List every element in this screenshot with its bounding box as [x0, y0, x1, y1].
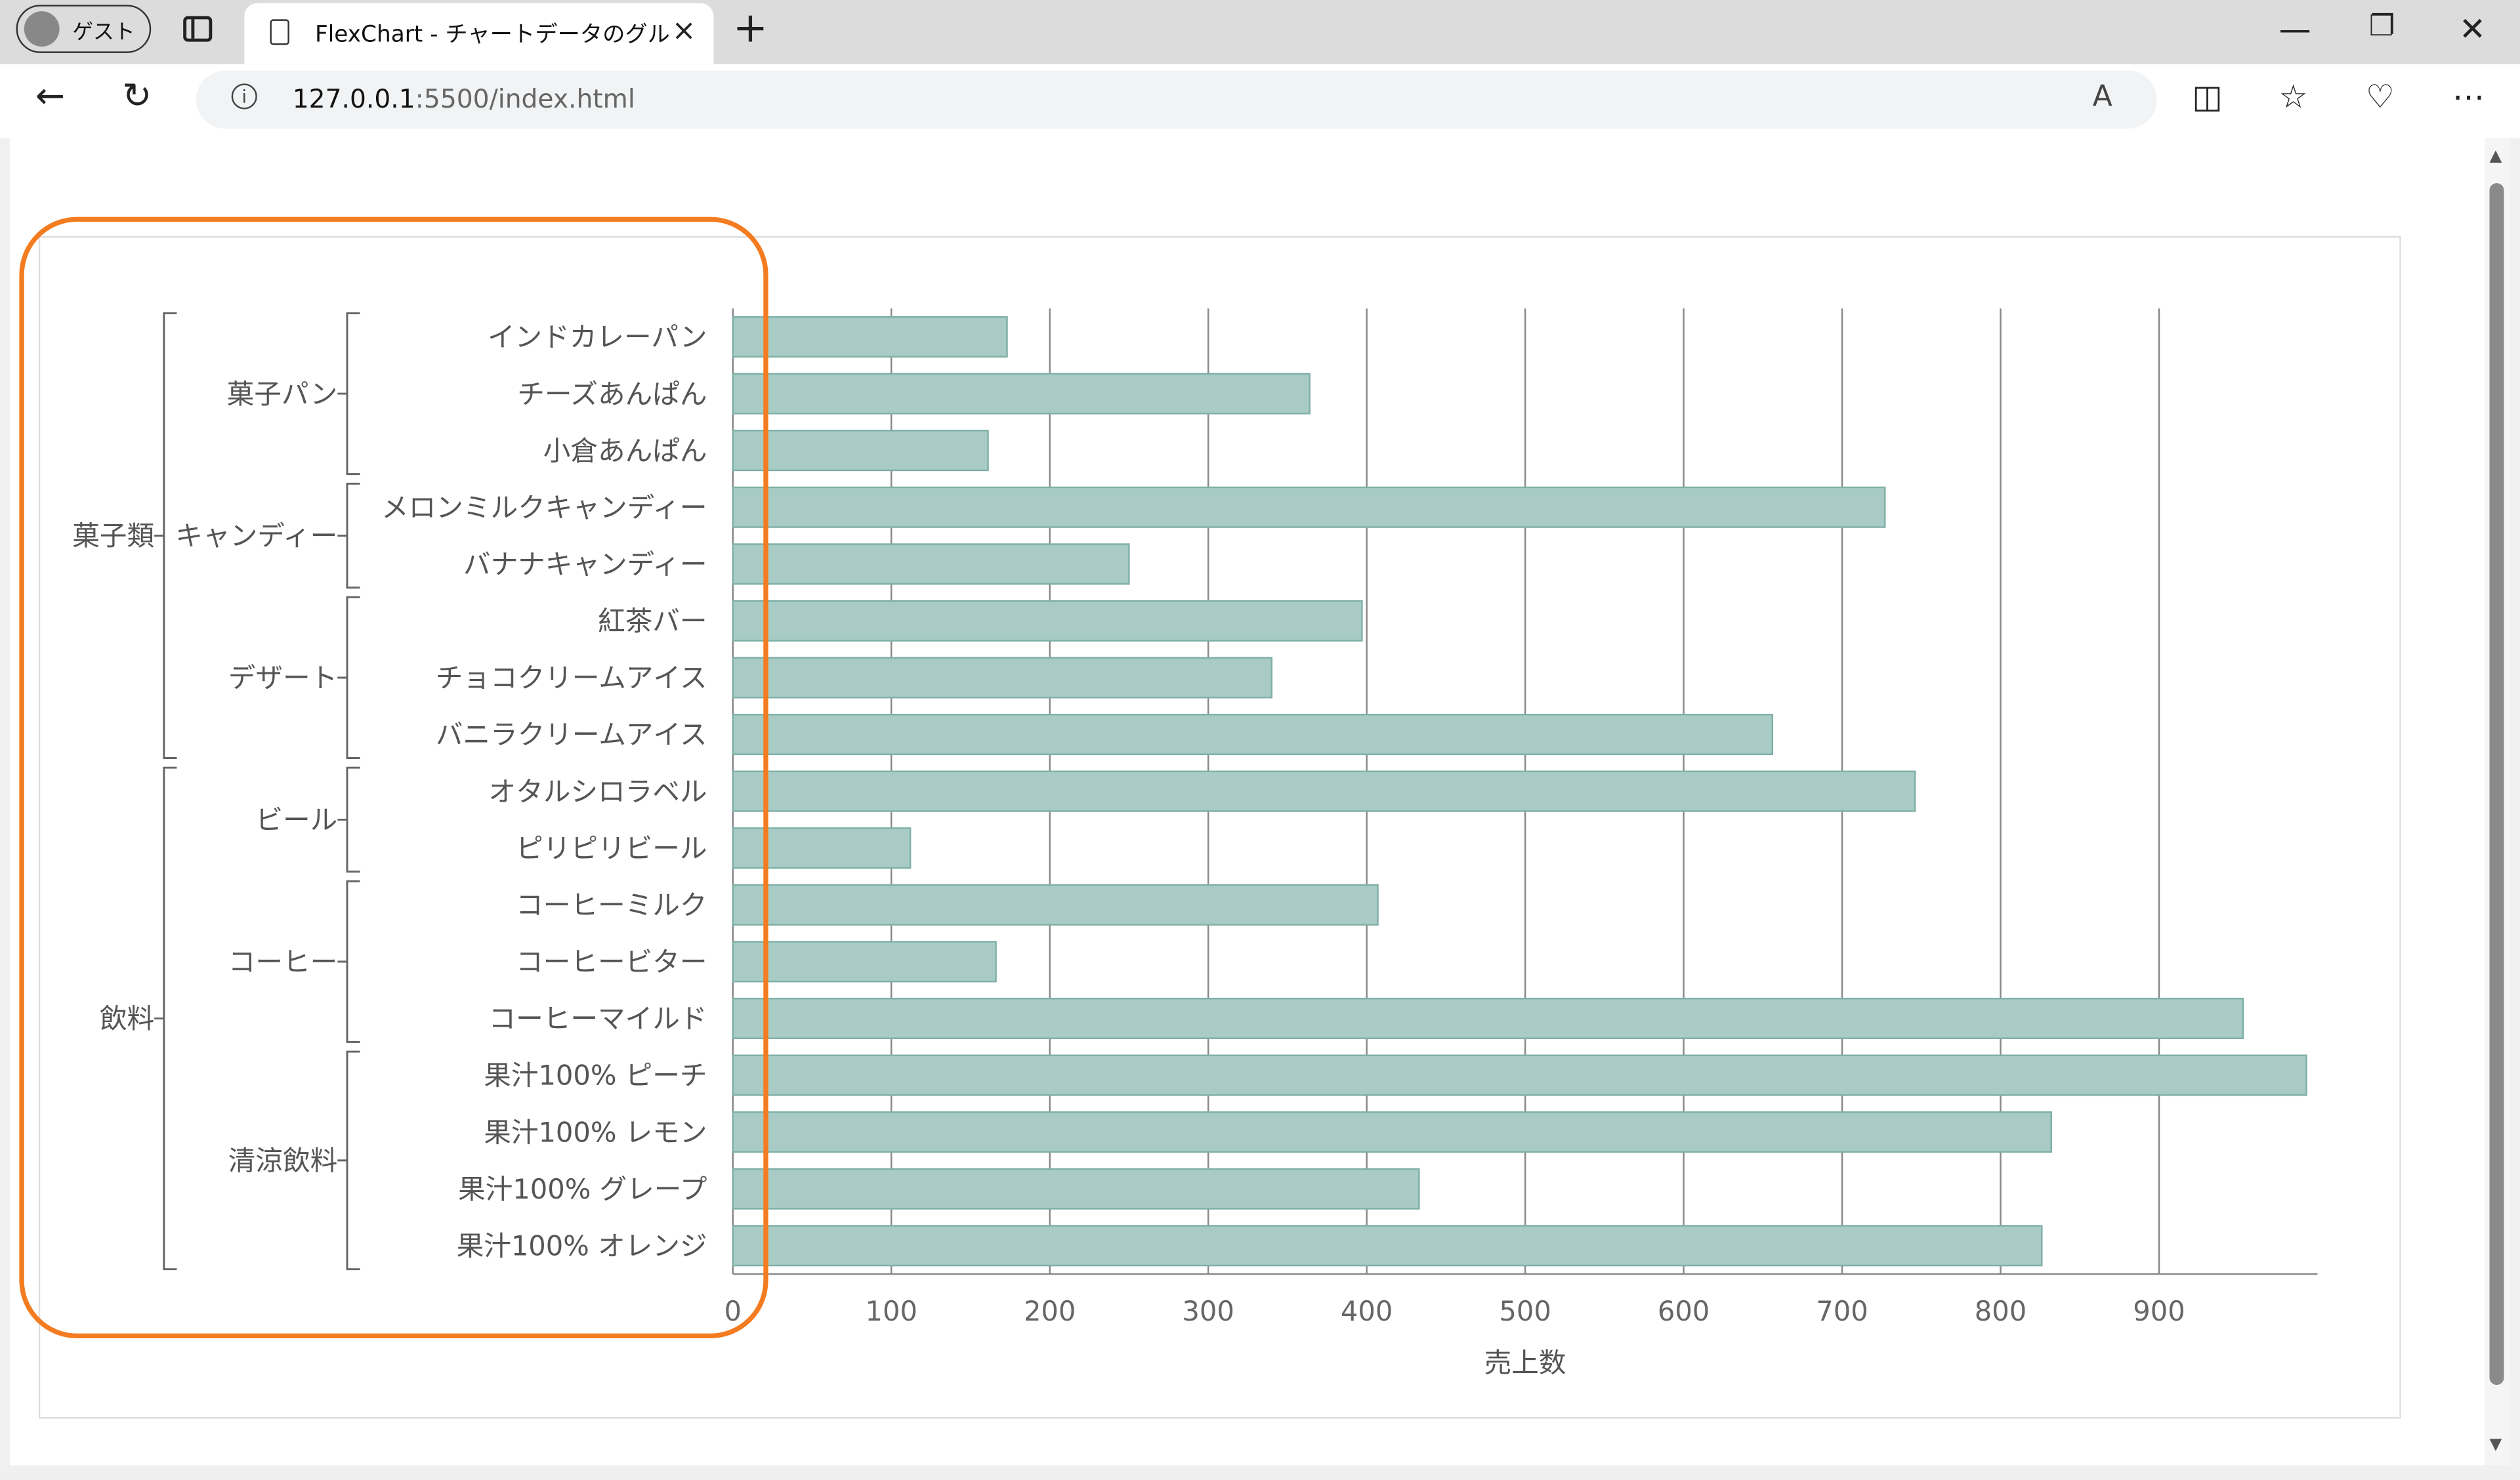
scroll-down-icon[interactable]: ▼ — [2490, 1436, 2502, 1454]
x-tick-label: 700 — [1816, 1295, 1868, 1327]
scrollbar-thumb[interactable] — [2489, 183, 2504, 1386]
bar — [732, 543, 1130, 585]
bar — [732, 1168, 1420, 1210]
tab-close-icon[interactable]: × — [672, 14, 696, 48]
x-tick-label: 200 — [1024, 1295, 1076, 1327]
x-tick-label: 600 — [1658, 1295, 1710, 1327]
x-tick-label: 100 — [865, 1295, 917, 1327]
bar — [732, 430, 989, 472]
minimize-button[interactable]: — — [2279, 10, 2311, 49]
bar — [732, 316, 1008, 358]
page-icon — [270, 19, 289, 45]
bar — [732, 486, 1886, 528]
address-host: 127.0.0.1 — [292, 83, 415, 114]
scroll-up-icon[interactable]: ▲ — [2490, 148, 2502, 165]
browser-essentials-icon[interactable]: ♡ — [2366, 77, 2395, 116]
x-axis-title: 売上数 — [1484, 1346, 1566, 1378]
bar — [732, 657, 1272, 699]
favorites-icon[interactable]: ☆ — [2279, 77, 2308, 116]
bar — [732, 941, 997, 983]
tab-flexchart[interactable]: FlexChart - チャートデータのグループ化 × — [244, 3, 714, 64]
split-screen-icon[interactable]: ◫ — [2192, 77, 2222, 116]
close-window-button[interactable]: ✕ — [2459, 10, 2486, 49]
bar — [732, 1054, 2307, 1096]
bar — [732, 997, 2244, 1039]
bar — [732, 600, 1363, 642]
annotation-highlight — [19, 216, 768, 1339]
tab-strip: ゲスト FlexChart - チャートデータのグループ化 × + — ❐ ✕ — [0, 0, 2520, 64]
new-tab-button[interactable]: + — [733, 5, 768, 52]
bar — [732, 884, 1379, 926]
bar — [732, 373, 1311, 415]
x-tick-label: 900 — [2133, 1295, 2185, 1327]
read-aloud-icon[interactable]: A — [2093, 80, 2112, 113]
address-path: :5500/index.html — [415, 83, 635, 114]
bar — [732, 770, 1916, 812]
address-url[interactable]: 127.0.0.1:5500/index.html — [293, 83, 635, 114]
browser-window: ゲスト FlexChart - チャートデータのグループ化 × + — ❐ ✕ … — [0, 0, 2520, 1480]
tab-title: FlexChart - チャートデータのグループ化 — [315, 22, 669, 49]
scrollbar[interactable]: ▲ ▼ — [2485, 138, 2511, 1466]
x-tick-label: 800 — [1975, 1295, 2026, 1327]
profile-label: ゲスト — [72, 20, 135, 45]
x-tick-label: 400 — [1341, 1295, 1393, 1327]
address-bar[interactable]: i 127.0.0.1:5500/index.html A — [196, 70, 2157, 129]
profile-button[interactable]: ゲスト — [16, 5, 152, 53]
x-tick-label: 500 — [1499, 1295, 1551, 1327]
bar — [732, 1225, 2043, 1267]
tab-actions-icon[interactable] — [183, 16, 213, 42]
x-tick-label: 300 — [1182, 1295, 1234, 1327]
bar — [732, 1111, 2053, 1153]
restore-button[interactable]: ❐ — [2369, 10, 2395, 43]
reload-icon[interactable]: ↻ — [122, 77, 152, 117]
back-icon[interactable]: ← — [35, 77, 65, 117]
more-icon[interactable]: ⋯ — [2452, 77, 2485, 116]
avatar-icon — [24, 11, 60, 47]
info-icon[interactable]: i — [231, 83, 257, 110]
bar — [732, 714, 1774, 756]
